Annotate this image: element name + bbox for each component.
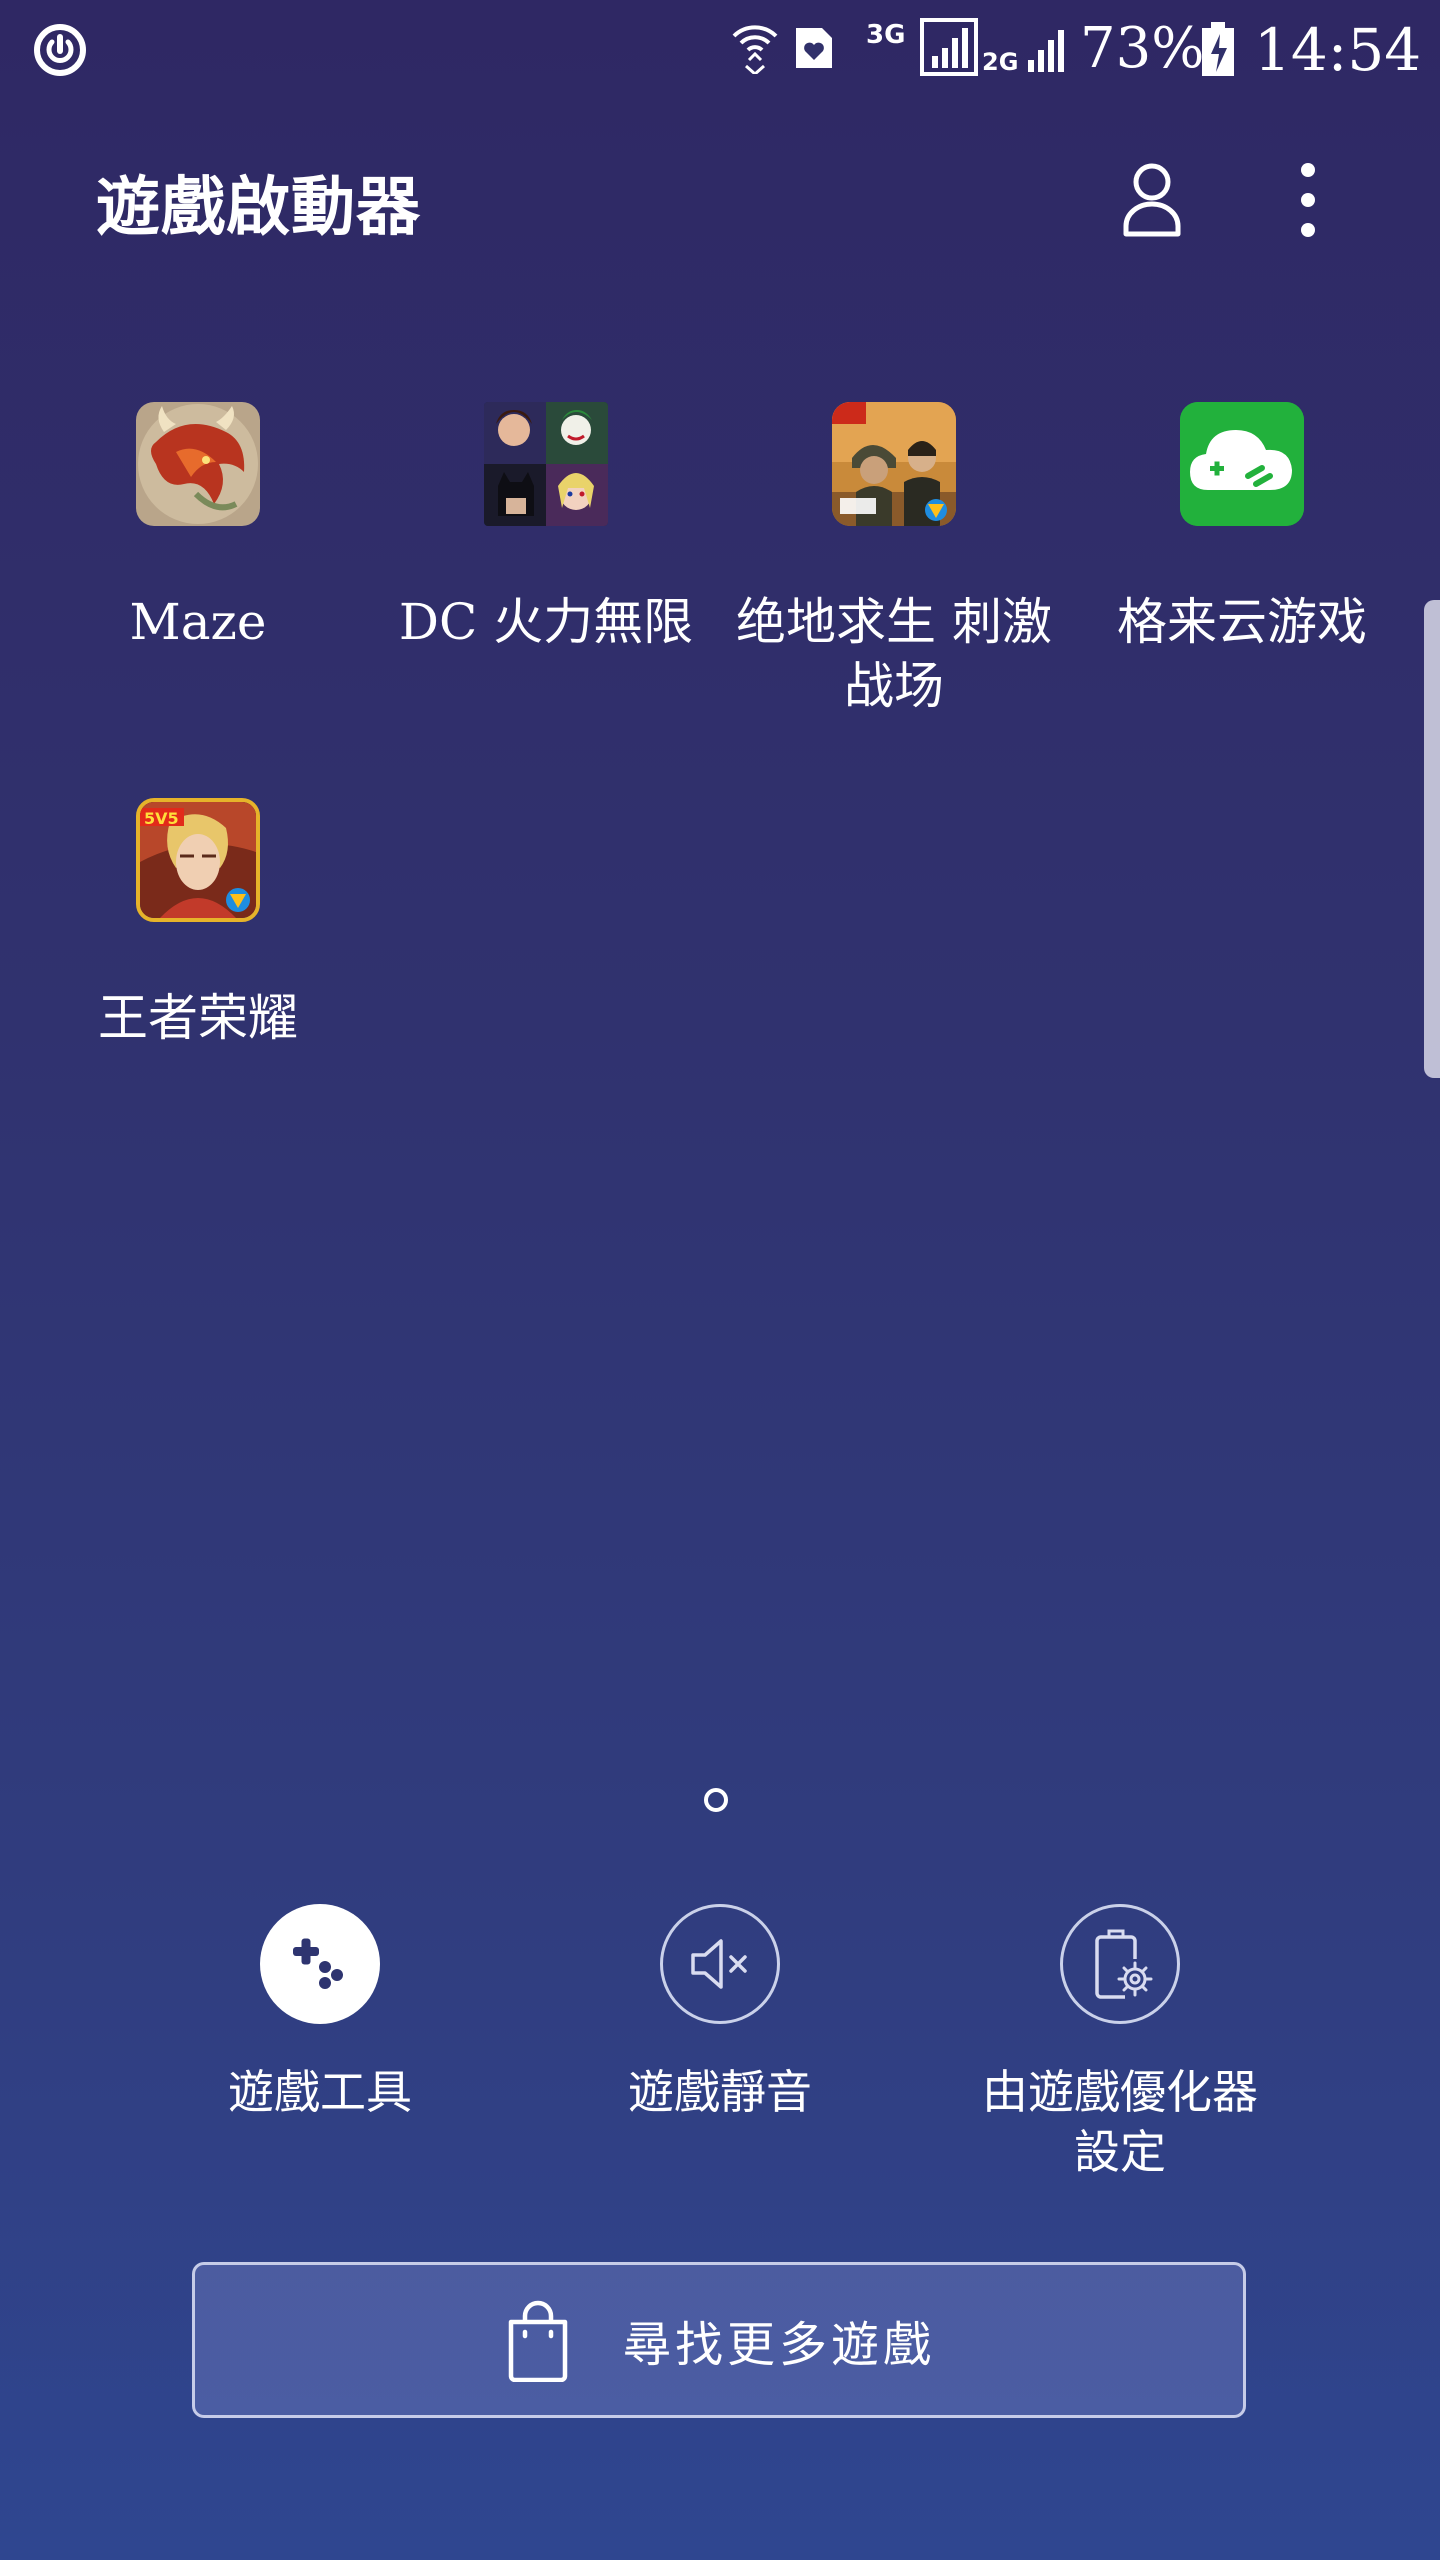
- signal-strength-2-icon: [1028, 30, 1064, 72]
- person-icon: [1123, 163, 1181, 237]
- honor-of-kings-icon: 5V5: [136, 798, 260, 922]
- battery-percent: 73%: [1080, 16, 1205, 81]
- mute-icon: [660, 1904, 780, 2024]
- more-options-button[interactable]: [1258, 150, 1358, 250]
- profile-button[interactable]: [1102, 150, 1202, 250]
- game-tools-button[interactable]: 遊戲工具: [140, 1904, 500, 2122]
- game-tile-honor-of-kings[interactable]: 5V5 王者荣耀: [18, 798, 378, 1050]
- game-label: Maze: [129, 593, 267, 651]
- more-vertical-icon: [1301, 163, 1315, 237]
- game-tile-pubg[interactable]: 绝地求生 刺激战场: [714, 402, 1074, 718]
- maze-dragon-icon: [136, 402, 260, 526]
- find-more-games-button[interactable]: 尋找更多遊戲: [192, 2262, 1246, 2418]
- page-indicator: [704, 1788, 728, 1812]
- power-saver-icon: [34, 24, 86, 76]
- game-tile-gloud[interactable]: 格来云游戏: [1062, 402, 1422, 654]
- game-label: 王者荣耀: [98, 989, 298, 1047]
- cloud-gamepad-icon: [1180, 402, 1304, 526]
- status-bar: 3G 2G 73% 14:54: [0, 0, 1440, 100]
- game-tile-dc[interactable]: DC 火力無限: [366, 402, 726, 654]
- page-title: 遊戲啟動器: [96, 170, 421, 245]
- app-header: 遊戲啟動器: [0, 130, 1440, 260]
- game-tile-maze[interactable]: Maze: [18, 402, 378, 654]
- find-more-games-label: 尋找更多遊戲: [622, 2317, 935, 2373]
- tool-label: 遊戲工具: [228, 2065, 412, 2119]
- game-optimizer-settings-button[interactable]: 由遊戲優化器設定: [940, 1904, 1300, 2182]
- heart-sim-icon: [796, 28, 832, 68]
- pubg-icon: [832, 402, 956, 526]
- network-type-label: 3G: [866, 20, 906, 50]
- secondary-network-label: 2G: [982, 48, 1019, 76]
- edge-panel-handle[interactable]: [1424, 600, 1440, 1078]
- game-mute-button[interactable]: 遊戲靜音: [540, 1904, 900, 2122]
- tool-label: 由遊戲優化器設定: [982, 2065, 1258, 2179]
- battery-charging-icon: [1202, 22, 1234, 76]
- game-label: 绝地求生 刺激战场: [736, 593, 1052, 715]
- wifi-icon: [732, 25, 778, 74]
- battery-settings-icon: [1060, 1904, 1180, 2024]
- game-label: 格来云游戏: [1117, 593, 1367, 651]
- signal-strength-icon: [920, 18, 978, 76]
- svg-text:5V5: 5V5: [144, 809, 179, 828]
- tool-label: 遊戲靜音: [628, 2065, 812, 2119]
- clock: 14:54: [1254, 16, 1422, 84]
- shopping-bag-icon: [508, 2300, 568, 2382]
- gamepad-icon: [260, 1904, 380, 2024]
- dc-heroes-icon: [484, 402, 608, 526]
- game-label: DC 火力無限: [398, 593, 694, 651]
